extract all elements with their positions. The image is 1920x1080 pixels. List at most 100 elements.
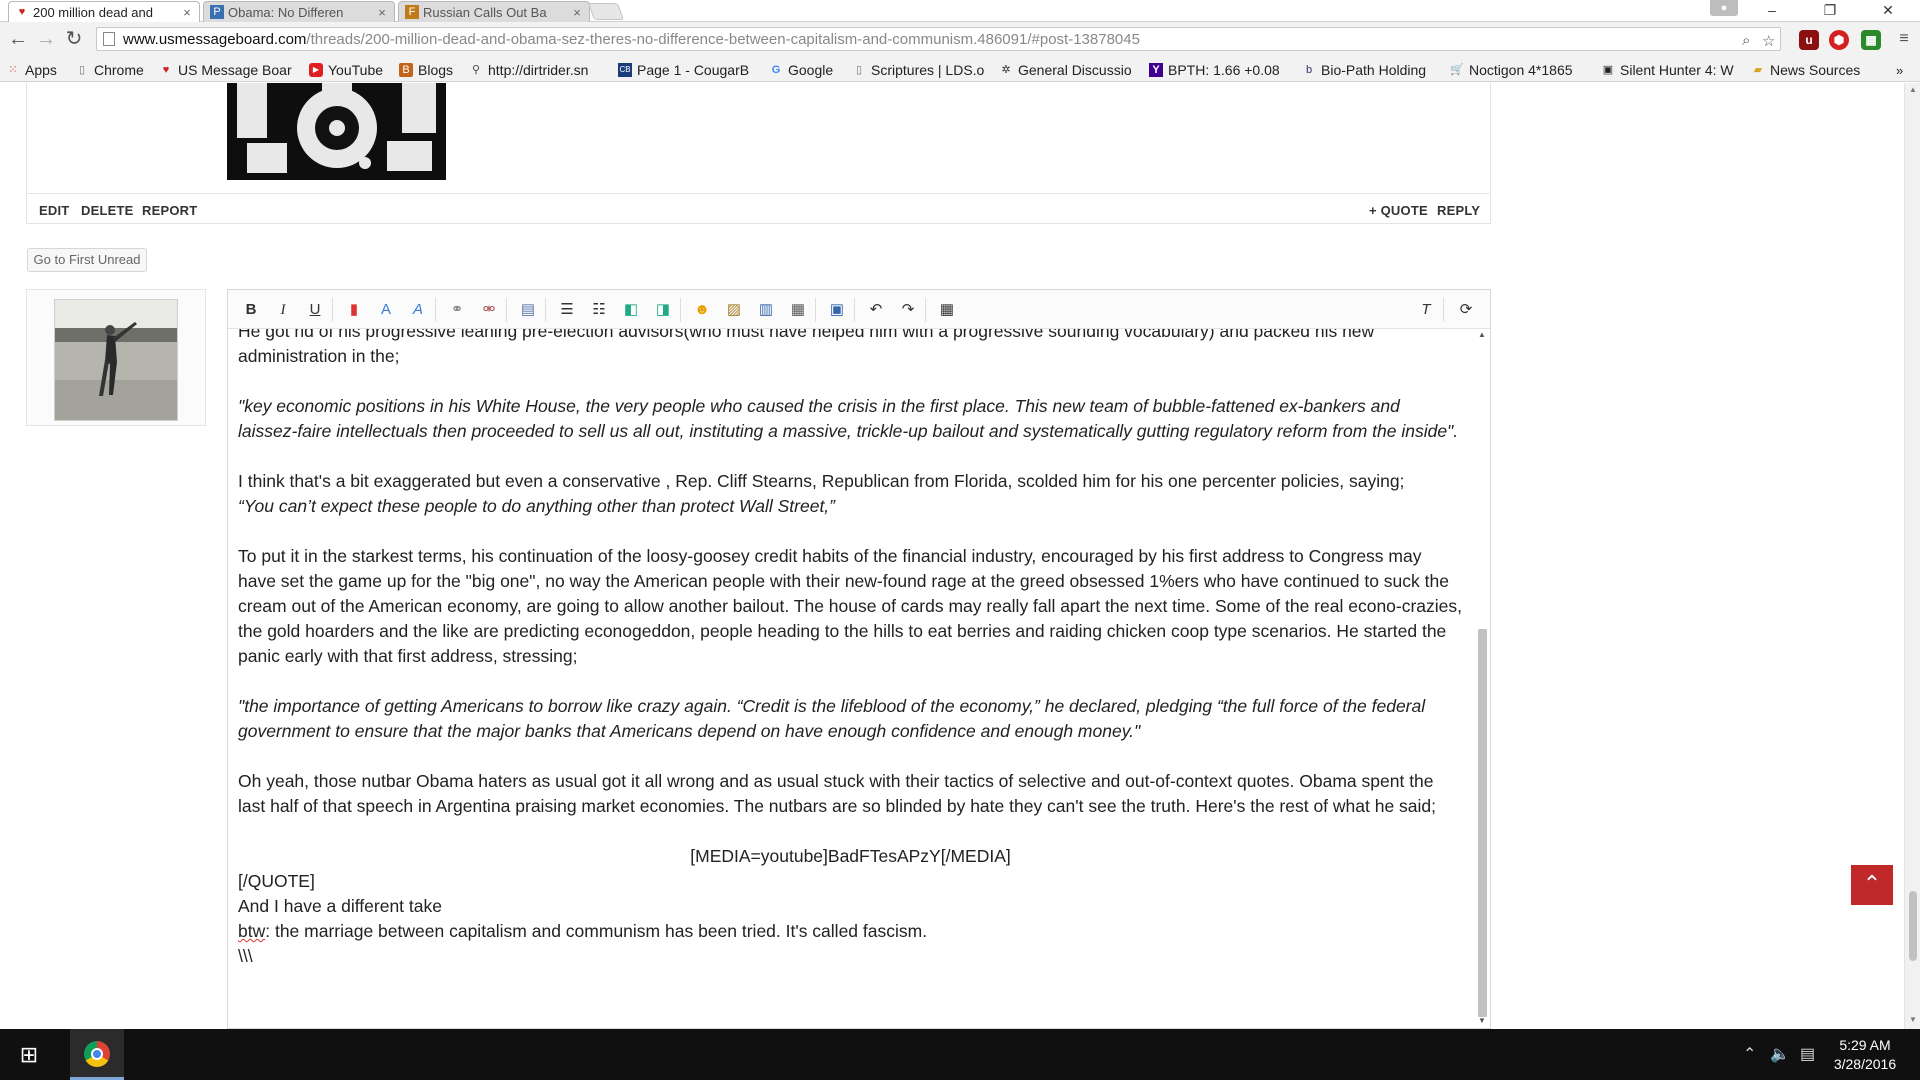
profile-icon[interactable]: ● [1710,0,1738,16]
go-to-first-unread-button[interactable]: Go to First Unread [27,248,147,272]
unlink-icon[interactable]: ⚮ [478,300,500,320]
scroll-to-top-button[interactable]: ⌃ [1851,865,1893,905]
reply-link[interactable]: REPLY [1437,203,1480,218]
tab-3[interactable]: F Russian Calls Out Ba × [398,1,590,22]
bookmark-scriptures[interactable]: ▯ Scriptures | LDS.o [852,61,984,79]
remove-formatting-icon[interactable]: T [1415,300,1437,320]
scroll-down-icon[interactable]: ▼ [1905,1013,1920,1027]
numbered-list-icon[interactable]: ☷ [588,300,610,320]
gear-icon: ✲ [1001,64,1011,76]
report-link[interactable]: REPORT [142,203,197,218]
outdent-icon[interactable]: ◧ [620,300,642,320]
adblock-icon[interactable]: ⬢ [1829,30,1849,50]
address-bar[interactable]: www.usmessageboard.com /threads/200-mill… [96,27,1781,51]
bookmark-dirtrider[interactable]: ⚲ http://dirtrider.sn [469,61,588,79]
edit-link[interactable]: EDIT [39,203,69,218]
quote-link[interactable]: + QUOTE [1369,203,1428,218]
align-icon[interactable]: ▤ [517,300,539,320]
avatar[interactable] [54,299,178,421]
image-icon[interactable]: ▨ [723,300,745,320]
link-icon[interactable]: ⚭ [446,300,468,320]
volume-icon[interactable]: 🔈 [1770,1044,1790,1064]
clock[interactable]: 5:29 AM 3/28/2016 [1820,1036,1910,1074]
scroll-up-icon[interactable]: ▲ [1474,329,1490,341]
insert-icon[interactable]: ▦ [787,300,809,320]
bookmark-google[interactable]: G Google [769,61,833,79]
bookmark-usmb[interactable]: ♥ US Message Boar [159,61,292,79]
editor-paragraph: I think that's a bit exaggerated but eve… [238,471,1405,491]
page-scrollbar[interactable]: ▲ ▼ [1904,83,1920,1029]
back-icon[interactable]: ← [6,28,30,52]
scroll-down-icon[interactable]: ▼ [1474,1015,1490,1027]
bookmark-news-sources[interactable]: ▰ News Sources [1751,61,1861,79]
scroll-up-icon[interactable]: ▲ [1905,83,1920,97]
editor-cursor-line: \\\ [238,946,253,966]
bookmark-apps[interactable]: ⁙ Apps [6,61,57,79]
close-icon[interactable]: × [571,5,583,20]
drafts-icon[interactable]: ▣ [826,300,848,320]
bookmark-label: US Message Boar [178,62,292,78]
usmb-icon: ♥ [18,6,26,18]
editor-scrollbar[interactable]: ▲ ▼ [1474,329,1490,1028]
tab-active[interactable]: ♥ 200 million dead and × [8,1,200,22]
toolbar-separator [925,298,926,322]
close-icon[interactable]: × [181,5,193,20]
bookmark-chrome[interactable]: ▯ Chrome [75,61,144,79]
bookmark-general-discussion[interactable]: ✲ General Discussio [999,61,1131,79]
close-icon[interactable]: × [376,5,388,20]
text-color-icon[interactable]: ▮ [343,300,365,320]
more-bookmarks-icon[interactable]: » [1896,61,1903,79]
biopath-icon: b [1305,64,1313,76]
font-size-icon[interactable]: A [375,300,397,320]
indent-icon[interactable]: ◨ [652,300,674,320]
minimize-button[interactable]: – [1744,0,1800,22]
usmb-icon: ♥ [162,64,170,76]
restore-button[interactable]: ❐ [1802,0,1858,22]
editor-text-area[interactable]: He got rid of his progressive leaning pr… [228,329,1473,1028]
media-icon[interactable]: ▥ [755,300,777,320]
star-icon[interactable]: ☆ [1762,32,1775,50]
forward-icon[interactable]: → [34,28,58,52]
italic-icon[interactable]: I [272,300,294,320]
quoted-paragraph: "key economic positions in his White Hou… [238,396,1459,441]
sh4-icon: ▣ [1602,64,1614,76]
chrome-taskbar-button[interactable] [70,1029,124,1080]
tray-chevron-icon[interactable]: ⌃ [1743,1044,1756,1064]
close-window-button[interactable]: ✕ [1860,0,1916,22]
windows-start-icon[interactable]: ⊞ [0,1029,58,1080]
tab-title: Russian Calls Out Ba [423,4,547,20]
bookmark-noctigon[interactable]: 🛒 Noctigon 4*1865 [1450,61,1572,79]
scroll-thumb[interactable] [1478,629,1487,1017]
bookmark-youtube[interactable]: ▶ YouTube [309,61,383,79]
bookmark-silent-hunter[interactable]: ▣ Silent Hunter 4: W [1601,61,1734,79]
bookmark-cougar[interactable]: CB Page 1 - CougarB [618,61,749,79]
smilie-icon[interactable]: ☻ [691,300,713,320]
bookmark-biopath[interactable]: b Bio-Path Holding [1302,61,1426,79]
table-icon[interactable]: ▦ [936,300,958,320]
delete-link[interactable]: DELETE [81,203,133,218]
bookmark-blogs[interactable]: B Blogs [399,61,453,79]
ublock-icon[interactable]: u [1799,30,1819,50]
pj-icon: P [210,5,224,19]
action-center-icon[interactable]: ▤ [1800,1044,1815,1064]
user-avatar-panel [26,289,206,426]
toggle-bbcode-icon[interactable]: ⟳ [1455,300,1477,320]
bold-icon[interactable]: B [240,300,262,320]
new-tab-button[interactable] [587,3,625,20]
extension-icon[interactable]: ▦ [1861,30,1881,50]
font-family-icon[interactable]: A [407,300,429,320]
undo-icon[interactable]: ↶ [865,300,887,320]
redo-icon[interactable]: ↷ [897,300,919,320]
zoom-icon[interactable]: ⌕ [1742,32,1750,49]
toolbar-separator [1443,298,1444,322]
dirtrider-icon: ⚲ [471,64,481,76]
tab-2[interactable]: P Obama: No Differen × [203,1,395,22]
reload-icon[interactable]: ↻ [62,28,86,52]
bookmark-bpth[interactable]: Y BPTH: 1.66 +0.08 [1149,61,1280,79]
bullet-list-icon[interactable]: ☰ [556,300,578,320]
scroll-thumb[interactable] [1909,891,1917,961]
menu-icon[interactable]: ≡ [1892,28,1916,52]
underline-icon[interactable]: U [304,300,326,320]
